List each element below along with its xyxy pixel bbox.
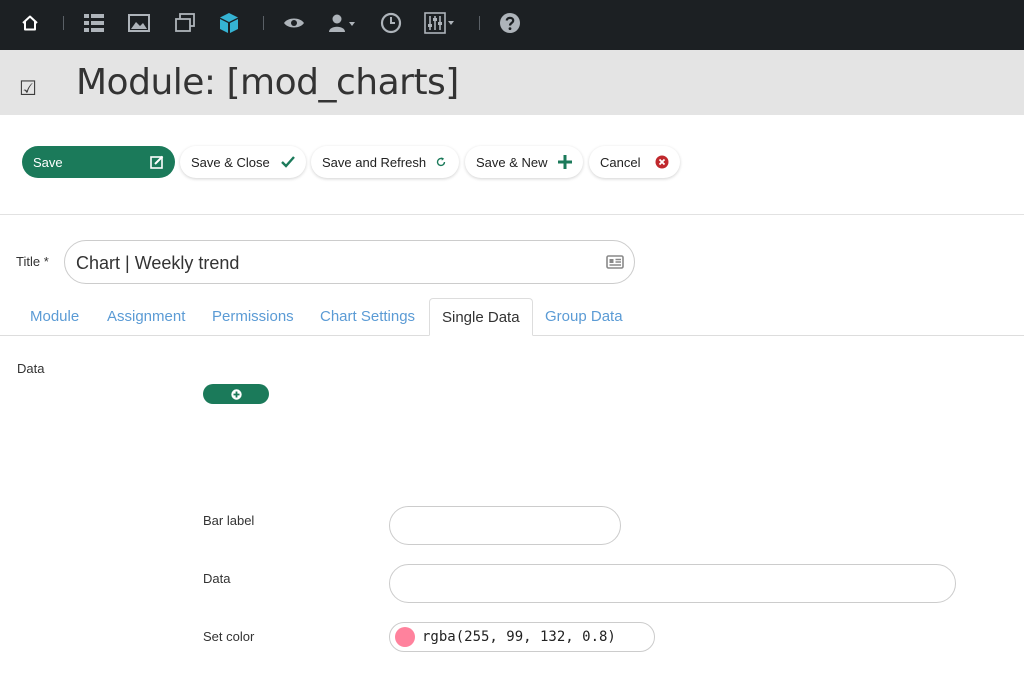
cancel-label: Cancel	[600, 154, 641, 170]
plus-circle-icon	[230, 388, 242, 400]
list-icon[interactable]	[81, 10, 107, 36]
page-title: Module: [mod_charts]	[76, 62, 459, 103]
data-input[interactable]	[389, 564, 956, 603]
refresh-icon	[433, 154, 449, 170]
id-card-icon	[606, 254, 624, 275]
color-swatch[interactable]	[395, 627, 415, 647]
save-button-label: Save	[33, 154, 63, 170]
save-close-button[interactable]: Save & Close	[180, 146, 306, 178]
toolbar-separator	[479, 16, 480, 30]
help-icon[interactable]	[497, 10, 523, 36]
home-icon[interactable]	[17, 10, 43, 36]
title-value: Chart | Weekly trend	[76, 253, 240, 273]
add-row-button[interactable]	[203, 384, 269, 404]
color-picker-input[interactable]: rgba(255, 99, 132, 0.8)	[389, 622, 655, 652]
save-close-label: Save & Close	[191, 154, 270, 170]
check-icon	[280, 154, 296, 170]
layers-icon[interactable]	[172, 10, 198, 36]
toolbar-separator	[63, 16, 64, 30]
data-field-label: Data	[203, 571, 231, 586]
tab-module[interactable]: Module	[30, 298, 79, 335]
title-input[interactable]: Chart | Weekly trend	[64, 240, 635, 284]
tab-chart-settings[interactable]: Chart Settings	[320, 298, 415, 335]
bar-label-label: Bar label	[203, 513, 255, 528]
save-refresh-label: Save and Refresh	[322, 154, 427, 170]
close-circle-icon	[654, 154, 670, 170]
clock-icon[interactable]	[378, 10, 404, 36]
save-new-button[interactable]: Save & New	[465, 146, 583, 178]
user-dropdown-icon[interactable]	[327, 10, 357, 36]
plus-icon	[557, 154, 573, 170]
set-color-label: Set color	[203, 629, 255, 644]
sliders-dropdown-icon[interactable]	[424, 10, 456, 36]
edit-icon	[149, 154, 165, 170]
bar-label-input[interactable]	[389, 506, 621, 545]
toolbar-divider	[0, 214, 1024, 215]
checkbox-icon: ☑	[19, 76, 37, 100]
color-value: rgba(255, 99, 132, 0.8)	[422, 629, 616, 645]
top-toolbar	[0, 0, 1024, 50]
tab-group-data[interactable]: Group Data	[545, 298, 623, 335]
tab-single-data[interactable]: Single Data	[429, 298, 533, 336]
save-refresh-button[interactable]: Save and Refresh	[311, 146, 459, 178]
tab-assignment[interactable]: Assignment	[107, 298, 185, 335]
title-label: Title *	[16, 254, 49, 269]
save-new-label: Save & New	[476, 154, 548, 170]
eye-icon[interactable]	[281, 10, 307, 36]
save-button[interactable]: Save	[22, 146, 175, 178]
data-section-label: Data	[17, 361, 45, 376]
cancel-button[interactable]: Cancel	[589, 146, 680, 178]
page-header: ☑ Module: [mod_charts]	[0, 50, 1024, 115]
toolbar-separator	[263, 16, 264, 30]
image-icon[interactable]	[126, 10, 152, 36]
cube-icon[interactable]	[216, 10, 242, 36]
tab-bar: Module Assignment Permissions Chart Sett…	[0, 298, 1024, 336]
tab-permissions[interactable]: Permissions	[212, 298, 294, 335]
